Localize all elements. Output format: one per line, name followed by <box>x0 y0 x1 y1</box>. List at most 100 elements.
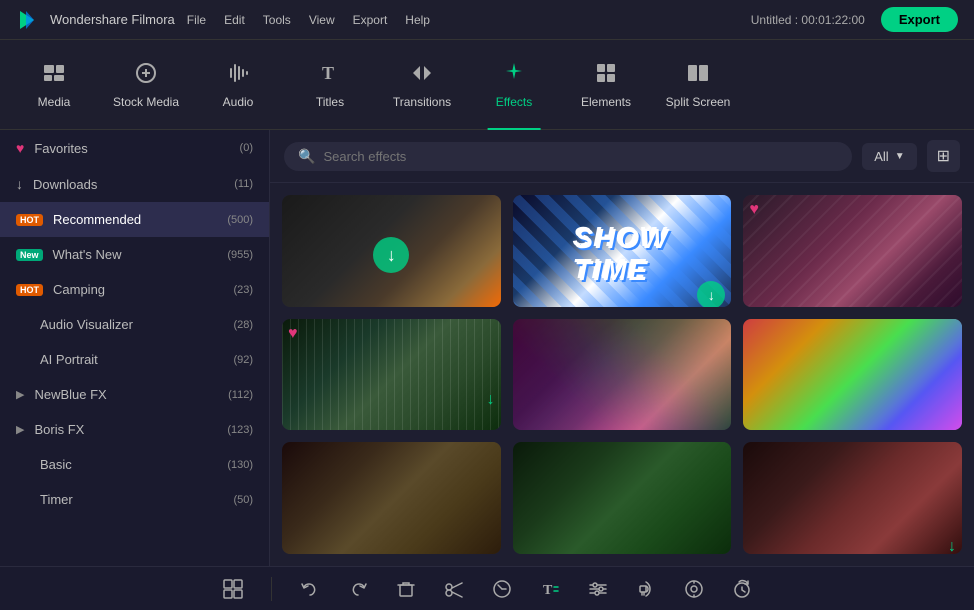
newblue-fx-label: NewBlue FX <box>34 387 106 402</box>
toolbar-elements[interactable]: Elements <box>562 50 650 120</box>
toolbar-effects[interactable]: Effects <box>470 50 558 120</box>
bottom-time-tool[interactable] <box>732 579 752 599</box>
split-screen-icon <box>686 61 710 89</box>
transitions-icon <box>410 61 434 89</box>
bottom-split-tool[interactable] <box>223 579 243 599</box>
search-input-wrap[interactable]: 🔍 <box>284 142 852 171</box>
bottom-motion-tool[interactable] <box>684 579 704 599</box>
basic-label: Basic <box>40 457 72 472</box>
bottom-delete-tool[interactable] <box>396 579 416 599</box>
effect-card-7[interactable] <box>282 442 501 554</box>
effect-card-3[interactable]: ♥ Manga Pack Vol 2 Overla... <box>743 195 962 307</box>
export-button[interactable]: Export <box>881 7 958 32</box>
title-bar-left: Wondershare Filmora File Edit Tools View… <box>16 9 430 31</box>
boris-fx-count: (123) <box>227 424 253 436</box>
sidebar-item-whats-new-left: New What's New <box>16 247 121 262</box>
media-label: Media <box>38 95 71 109</box>
sidebar-item-recommended-left: HOT Recommended <box>16 212 141 227</box>
menu-bar: File Edit Tools View Export Help <box>187 13 430 27</box>
sidebar-item-recommended[interactable]: HOT Recommended (500) <box>0 202 269 237</box>
effect-thumb-2: SHOWTIME ↓ <box>513 195 732 307</box>
whats-new-label: What's New <box>53 247 122 262</box>
search-input[interactable] <box>323 149 838 164</box>
transitions-label: Transitions <box>393 95 451 109</box>
menu-export[interactable]: Export <box>353 13 388 27</box>
recommended-count: (500) <box>227 214 253 226</box>
menu-file[interactable]: File <box>187 13 206 27</box>
bottom-adjust-tool[interactable] <box>588 579 608 599</box>
sidebar-item-ai-portrait[interactable]: AI Portrait (92) <box>0 342 269 377</box>
effects-content: 🔍 All ▼ ⊞ ↓ 3D Sport Car Pack Overla... <box>270 130 974 566</box>
boris-fx-label: Boris FX <box>34 422 84 437</box>
toolbar-stock-media[interactable]: Stock Media <box>102 50 190 120</box>
effect-card-4[interactable]: ♥ ↓ Japanese Speedline Pack... <box>282 319 501 431</box>
filter-dropdown[interactable]: All ▼ <box>862 143 916 170</box>
bottom-audio-tool[interactable] <box>636 579 656 599</box>
effect-card-1[interactable]: ↓ 3D Sport Car Pack Overla... <box>282 195 501 307</box>
ai-portrait-label: AI Portrait <box>40 352 98 367</box>
favorites-icon: ♥ <box>16 140 24 156</box>
sidebar-item-boris-fx[interactable]: ▶ Boris FX (123) <box>0 412 269 447</box>
bottom-speed-tool[interactable] <box>492 579 512 599</box>
sidebar-item-basic-left: Basic <box>16 457 72 472</box>
sidebar-item-timer[interactable]: Timer (50) <box>0 482 269 517</box>
toolbar-titles[interactable]: T Titles <box>286 50 374 120</box>
sidebar-item-downloads[interactable]: ↓ Downloads (11) <box>0 166 269 202</box>
menu-view[interactable]: View <box>309 13 335 27</box>
bottom-undo-tool[interactable] <box>300 579 320 599</box>
effect-card-6[interactable]: Chromatic Aberration <box>743 319 962 431</box>
bottom-text-tool[interactable]: T <box>540 579 560 599</box>
effect-thumb-8 <box>513 442 732 554</box>
toolbar-media[interactable]: Media <box>10 50 98 120</box>
sidebar-item-whats-new[interactable]: New What's New (955) <box>0 237 269 272</box>
menu-tools[interactable]: Tools <box>263 13 291 27</box>
downloads-label: Downloads <box>33 177 97 192</box>
manga-overlay <box>743 195 962 307</box>
effect-card-5[interactable]: RGB Stroke <box>513 319 732 431</box>
effect-card-8[interactable] <box>513 442 732 554</box>
effects-grid: ↓ 3D Sport Car Pack Overla... SHOWTIME ↓… <box>270 183 974 566</box>
audio-label: Audio <box>223 95 254 109</box>
effect-thumb-5 <box>513 319 732 431</box>
bottom-separator-1 <box>271 577 272 601</box>
toolbar-split-screen[interactable]: Split Screen <box>654 50 742 120</box>
titles-icon: T <box>318 61 342 89</box>
boris-fx-arrow-icon: ▶ <box>16 423 24 436</box>
media-icon <box>42 61 66 89</box>
effect-card-2[interactable]: SHOWTIME ↓ 3D Sport Car Pack Overla... <box>513 195 732 307</box>
favorite-heart-icon-4: ♥ <box>288 325 298 343</box>
effect-card-9[interactable]: ↓ <box>743 442 962 554</box>
basic-count: (130) <box>227 459 253 471</box>
toolbar-audio[interactable]: Audio <box>194 50 282 120</box>
newblue-fx-count: (112) <box>228 389 253 401</box>
sidebar-item-newblue-fx[interactable]: ▶ NewBlue FX (112) <box>0 377 269 412</box>
audio-visualizer-count: (28) <box>233 319 253 331</box>
main-toolbar: Media Stock Media Audio T Titles Transit… <box>0 40 974 130</box>
downloads-count: (11) <box>234 178 253 190</box>
app-name: Wondershare Filmora <box>50 12 175 27</box>
menu-help[interactable]: Help <box>405 13 430 27</box>
sidebar-item-favorites[interactable]: ♥ Favorites (0) <box>0 130 269 166</box>
whats-new-count: (955) <box>227 249 253 261</box>
sidebar-item-timer-left: Timer <box>16 492 73 507</box>
timer-label: Timer <box>40 492 73 507</box>
sidebar-item-camping[interactable]: HOT Camping (23) <box>0 272 269 307</box>
stock-media-label: Stock Media <box>113 95 179 109</box>
grid-view-button[interactable]: ⊞ <box>927 140 960 172</box>
search-bar: 🔍 All ▼ ⊞ <box>270 130 974 183</box>
menu-edit[interactable]: Edit <box>224 13 245 27</box>
title-bar-right: Untitled : 00:01:22:00 Export <box>751 7 958 32</box>
sidebar-item-basic[interactable]: Basic (130) <box>0 447 269 482</box>
chevron-down-icon: ▼ <box>895 151 905 162</box>
sidebar-item-audio-visualizer[interactable]: Audio Visualizer (28) <box>0 307 269 342</box>
bottom-scissors-tool[interactable] <box>444 579 464 599</box>
toolbar-transitions[interactable]: Transitions <box>378 50 466 120</box>
bottom-redo-tool[interactable] <box>348 579 368 599</box>
sidebar-item-downloads-left: ↓ Downloads <box>16 176 97 192</box>
sidebar-item-favorites-left: ♥ Favorites <box>16 140 88 156</box>
stock-media-icon <box>134 61 158 89</box>
favorites-count: (0) <box>240 142 253 154</box>
elements-label: Elements <box>581 95 631 109</box>
main-content: ♥ Favorites (0) ↓ Downloads (11) HOT Rec… <box>0 130 974 566</box>
titles-label: Titles <box>316 95 344 109</box>
